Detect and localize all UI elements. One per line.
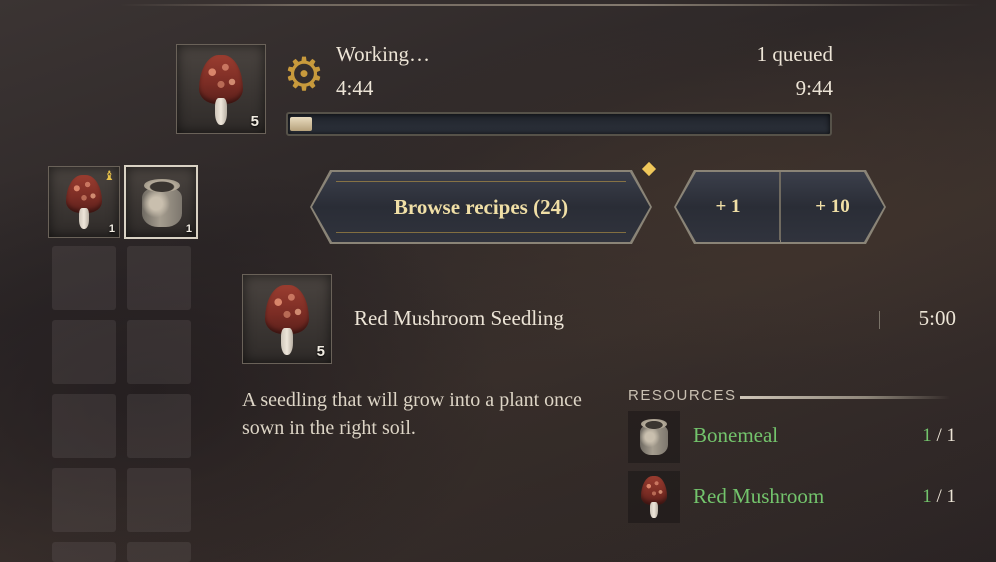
ingredient-qty: 1 [185, 223, 192, 235]
empty-slot[interactable] [127, 542, 191, 562]
button-divider [779, 172, 781, 240]
recipe-time: 5:00 [918, 306, 956, 330]
empty-slot[interactable] [52, 246, 116, 310]
empty-slot[interactable] [52, 394, 116, 458]
empty-slot[interactable] [127, 320, 191, 384]
top-divider [120, 4, 980, 6]
bonemeal-icon [640, 419, 668, 455]
recipe-item-slot[interactable]: 5 [242, 274, 332, 364]
empty-slot[interactable] [127, 394, 191, 458]
add-ten-button[interactable]: + 10 [781, 172, 884, 242]
crafting-progress-bar [286, 112, 832, 136]
ingredient-qty: 1 [108, 223, 115, 235]
output-quantity: 5 [250, 113, 259, 130]
empty-slot[interactable] [127, 468, 191, 532]
red-mushroom-seedling-icon [265, 285, 309, 355]
elapsed-time: 4:44 [336, 76, 374, 100]
empty-slot[interactable] [52, 320, 116, 384]
recipe-description: A seedling that will grow into a plant o… [242, 389, 582, 439]
resource-count: 1 / 1 [922, 486, 956, 507]
bonemeal-icon [142, 179, 182, 227]
recipe-name: Red Mushroom Seedling [354, 306, 564, 330]
resources-divider [740, 396, 950, 399]
gear-icon: ⚙ [283, 47, 325, 101]
empty-slot[interactable] [52, 542, 116, 562]
empty-slot[interactable] [52, 468, 116, 532]
resource-name: Bonemeal [693, 423, 779, 447]
red-mushroom-icon [641, 476, 667, 518]
total-time: 9:44 [795, 76, 833, 100]
output-item-slot[interactable]: 5 [176, 44, 266, 134]
browse-recipes-button[interactable]: Browse recipes (24) [312, 172, 650, 242]
resource-name: Red Mushroom [693, 484, 825, 508]
crafting-status: Working… [336, 42, 430, 66]
queued-count: 1 queued [756, 42, 833, 66]
add-one-button[interactable]: + 1 [676, 172, 780, 242]
ingredient-slot-bonemeal[interactable]: 1 [124, 165, 198, 239]
new-indicator-icon [641, 161, 657, 177]
resource-bonemeal-slot [628, 411, 680, 463]
resources-heading: RESOURCES [628, 387, 737, 404]
resource-count: 1 / 1 [922, 425, 956, 446]
red-mushroom-seedling-icon [199, 55, 243, 125]
lock-badge-icon: ♝ [103, 169, 115, 184]
resource-red-mushroom-slot [628, 471, 680, 523]
time-separator [879, 311, 880, 329]
progress-fill [290, 117, 312, 131]
add-one-label: + 1 [715, 196, 741, 217]
red-mushroom-icon [66, 175, 102, 229]
browse-recipes-label: Browse recipes (24) [393, 194, 569, 219]
empty-slot[interactable] [127, 246, 191, 310]
ingredient-slot-red-mushroom[interactable]: ♝ 1 [48, 166, 120, 238]
recipe-quantity: 5 [316, 343, 325, 360]
add-ten-label: + 10 [815, 196, 850, 217]
